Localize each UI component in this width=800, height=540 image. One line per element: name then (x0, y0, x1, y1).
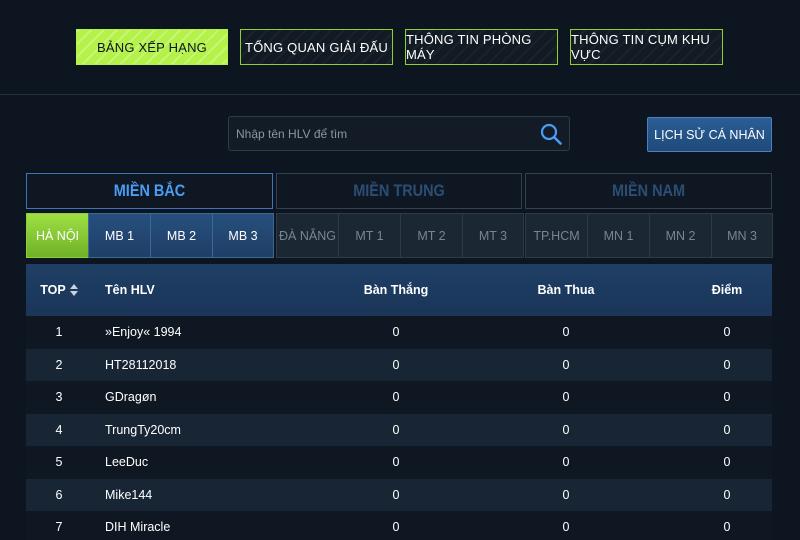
tab-tong-quan-giai-dau[interactable]: TỔNG QUAN GIẢI ĐẤU (240, 29, 393, 65)
coach-name-cell: LeeDuc (105, 455, 149, 470)
wins-cell: 0 (392, 422, 400, 437)
search-icon[interactable] (539, 122, 563, 146)
points-cell: 0 (723, 455, 731, 470)
wins-cell: 0 (392, 520, 400, 535)
subregion-group-mien-nam: TP.HCM MN 1 MN 2 MN 3 (525, 213, 773, 258)
column-header-losses: Bàn Thua (537, 283, 595, 297)
region-label: MIỀN BẮC (113, 181, 186, 200)
column-header-label: TOP (40, 283, 66, 297)
points-cell: 0 (723, 390, 731, 405)
rank-cell: 6 (55, 487, 63, 502)
region-label: MIỀN TRUNG (353, 181, 445, 200)
subregion-group-mien-bac: HÀ NỘI MB 1 MB 2 MB 3 (26, 213, 274, 258)
subregion-tab-mt3[interactable]: MT 3 (462, 213, 524, 258)
subregion-tab-mb2[interactable]: MB 2 (150, 213, 212, 258)
table-row[interactable]: 6 Mike144 0 0 0 (26, 478, 772, 511)
coach-name-cell: GDragøn (105, 390, 157, 405)
table-body: 1 »Enjoy« 1994 0 0 0 2 HT28112018 0 0 0 … (26, 316, 772, 540)
losses-cell: 0 (562, 325, 570, 340)
subregion-tab-mt2[interactable]: MT 2 (400, 213, 462, 258)
region-tab-mien-trung[interactable]: MIỀN TRUNG (276, 173, 522, 209)
points-cell: 0 (723, 520, 731, 535)
column-header-points: Điểm (711, 283, 743, 297)
wins-cell: 0 (392, 455, 400, 470)
wins-cell: 0 (392, 325, 400, 340)
losses-cell: 0 (562, 422, 570, 437)
losses-cell: 0 (562, 357, 570, 372)
subregion-tab-mn1[interactable]: MN 1 (587, 213, 649, 258)
wins-cell: 0 (392, 357, 400, 372)
table-row[interactable]: 7 DIH Miracle 0 0 0 (26, 511, 772, 540)
points-cell: 0 (723, 422, 731, 437)
points-cell: 0 (723, 325, 731, 340)
sort-icon (69, 284, 78, 296)
column-header-wins: Bàn Thắng (363, 283, 429, 297)
points-cell: 0 (723, 487, 731, 502)
divider (0, 94, 800, 95)
coach-name-cell: »Enjoy« 1994 (105, 325, 182, 340)
rank-cell: 7 (55, 520, 63, 535)
subregion-tab-ha-noi[interactable]: HÀ NỘI (26, 213, 88, 258)
region-label: MIỀN NAM (611, 181, 686, 200)
rank-cell: 5 (55, 455, 63, 470)
search-box (228, 116, 570, 151)
table-row[interactable]: 4 TrungTy20cm 0 0 0 (26, 413, 772, 446)
wins-cell: 0 (392, 390, 400, 405)
search-input[interactable] (229, 117, 529, 150)
tab-thong-tin-phong-may[interactable]: THÔNG TIN PHÒNG MÁY (405, 29, 558, 65)
losses-cell: 0 (562, 390, 570, 405)
coach-name-cell: Mike144 (105, 487, 153, 502)
coach-name-cell: HT28112018 (105, 357, 177, 372)
column-header-name: Tên HLV (105, 283, 155, 297)
subregion-tab-tp-hcm[interactable]: TP.HCM (525, 213, 587, 258)
subregion-tab-mb3[interactable]: MB 3 (212, 213, 274, 258)
table-row[interactable]: 2 HT28112018 0 0 0 (26, 348, 772, 381)
points-cell: 0 (723, 357, 731, 372)
subregion-tab-mn3[interactable]: MN 3 (711, 213, 773, 258)
table-row[interactable]: 3 GDragøn 0 0 0 (26, 381, 772, 414)
losses-cell: 0 (562, 455, 570, 470)
rank-cell: 1 (55, 325, 63, 340)
region-tab-mien-nam[interactable]: MIỀN NAM (525, 173, 772, 209)
table-row[interactable]: 1 »Enjoy« 1994 0 0 0 (26, 316, 772, 349)
tab-thong-tin-cum-khu-vuc[interactable]: THÔNG TIN CỤM KHU VỰC (570, 29, 723, 65)
subregion-tab-mt1[interactable]: MT 1 (338, 213, 400, 258)
losses-cell: 0 (562, 520, 570, 535)
coach-name-cell: DIH Miracle (105, 520, 171, 535)
table-header: TOP Tên HLV Bàn Thắng Bàn Thua Điểm (26, 264, 772, 316)
rank-cell: 2 (55, 357, 63, 372)
subregion-tab-mn2[interactable]: MN 2 (649, 213, 711, 258)
subregion-tab-da-nang[interactable]: ĐÀ NẴNG (276, 213, 338, 258)
personal-history-button[interactable]: LỊCH SỬ CÁ NHÂN (647, 117, 772, 152)
losses-cell: 0 (562, 487, 570, 502)
column-header-top[interactable]: TOP (26, 283, 92, 297)
subregion-tab-mb1[interactable]: MB 1 (88, 213, 150, 258)
coach-name-cell: TrungTy20cm (105, 422, 181, 437)
top-nav: BẢNG XẾP HẠNG TỔNG QUAN GIẢI ĐẤU THÔNG T… (0, 29, 800, 65)
region-tab-mien-bac[interactable]: MIỀN BẮC (26, 173, 273, 209)
tab-bang-xep-hang[interactable]: BẢNG XẾP HẠNG (76, 29, 228, 65)
leaderboard-table: TOP Tên HLV Bàn Thắng Bàn Thua Điểm 1 »E… (26, 264, 772, 540)
rank-cell: 4 (55, 422, 63, 437)
wins-cell: 0 (392, 487, 400, 502)
rank-cell: 3 (55, 390, 63, 405)
table-row[interactable]: 5 LeeDuc 0 0 0 (26, 446, 772, 479)
subregion-group-mien-trung: ĐÀ NẴNG MT 1 MT 2 MT 3 (276, 213, 524, 258)
